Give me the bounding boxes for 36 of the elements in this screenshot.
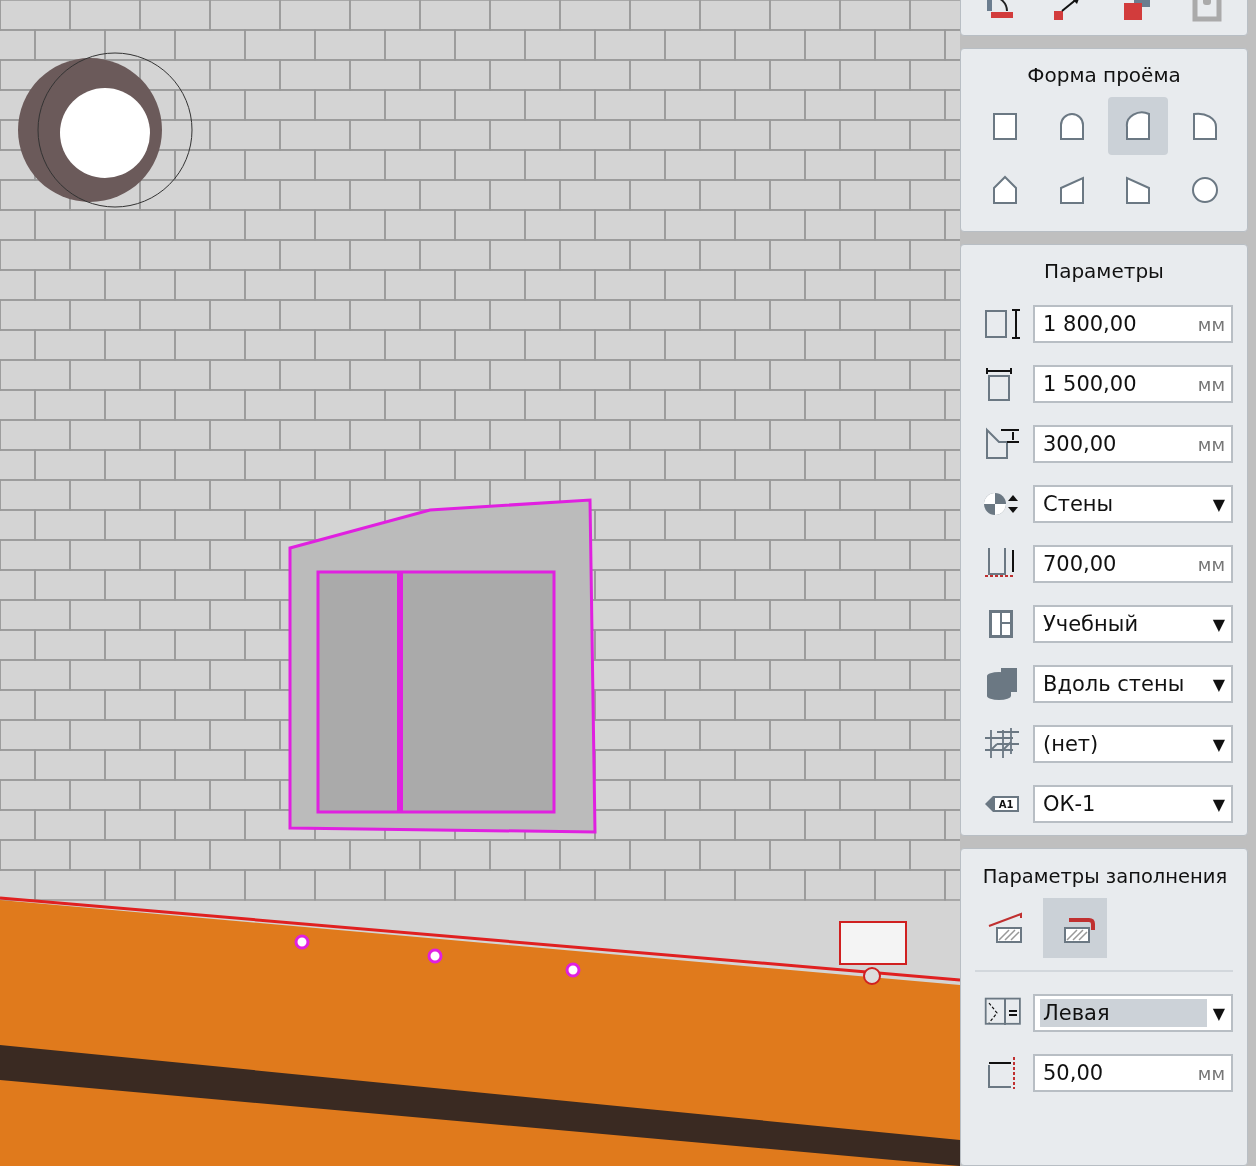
dropdown-arrow: ▼	[1212, 1003, 1225, 1023]
number-input-field[interactable]: 50,00 мм	[1033, 1054, 1233, 1092]
dropdown-field[interactable]: Стены ▼	[1033, 485, 1233, 523]
opening-rect-shape-icon	[992, 111, 1018, 141]
fill-mode-button[interactable]	[1043, 898, 1107, 958]
unit-label: мм	[1197, 313, 1225, 335]
opening-quarter-right-shape-icon	[1191, 111, 1218, 141]
dropdown-field[interactable]: Вдоль стены ▼	[1033, 665, 1233, 703]
dropdown-arrow: ▼	[1212, 734, 1225, 754]
opening-arch-shape-icon	[1058, 111, 1085, 141]
dropdown-arrow: ▼	[1212, 494, 1225, 514]
number-input-field[interactable]: 1 800,00 мм	[1033, 305, 1233, 343]
panel-title: Параметры	[1043, 259, 1165, 283]
dropdown-field[interactable]: (нет) ▼	[1033, 725, 1233, 763]
number-input-field[interactable]: 1 500,00 мм	[1033, 365, 1233, 403]
unit-label: мм	[1197, 433, 1225, 455]
panel-title: Форма проёма	[1026, 63, 1182, 87]
dropdown-arrow: ▼	[1212, 674, 1225, 694]
unit-label: мм	[1197, 373, 1225, 395]
number-input-field[interactable]: 300,00 мм	[1033, 425, 1233, 463]
dropdown-arrow: ▼	[1212, 614, 1225, 634]
unit-label: мм	[1197, 1062, 1225, 1084]
panel-title: Параметры заполнения	[981, 865, 1229, 888]
dropdown-field[interactable]: ОК-1 ▼	[1033, 785, 1233, 823]
opening-circle-shape-icon	[1191, 175, 1218, 205]
opening-slope-left-shape-icon	[1058, 175, 1085, 205]
dropdown-arrow: ▼	[1212, 794, 1225, 814]
opening-quarter-left-shape-icon	[1125, 111, 1152, 141]
unit-label: мм	[1197, 553, 1225, 575]
dropdown-field[interactable]: Учебный ▼	[1033, 605, 1233, 643]
height-icon	[983, 306, 1023, 342]
number-input-field[interactable]: 700,00 мм	[1033, 545, 1233, 583]
shape-option-button[interactable]	[1108, 97, 1169, 155]
opening-gable-shape-icon	[992, 175, 1018, 205]
dropdown-field[interactable]: Левая ▼	[1033, 994, 1233, 1032]
opening-slope-right-shape-icon	[1125, 175, 1152, 205]
